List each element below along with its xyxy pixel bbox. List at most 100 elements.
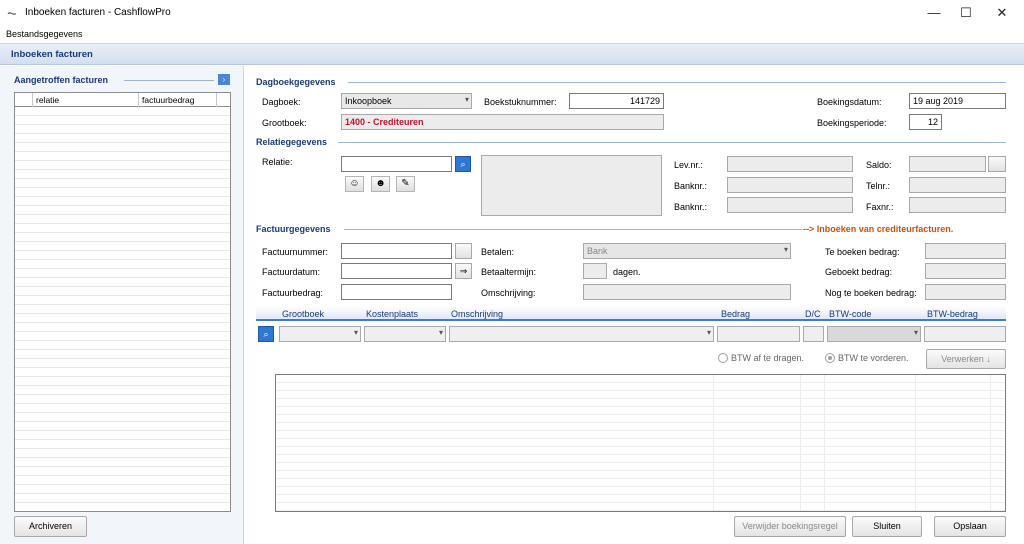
table-row[interactable] (15, 161, 230, 170)
table-row[interactable] (276, 399, 1005, 407)
btw-bedrag-line-input[interactable] (924, 326, 1006, 342)
table-row[interactable] (15, 179, 230, 188)
betaaltermijn-input[interactable] (583, 263, 607, 279)
table-row[interactable] (15, 485, 230, 494)
table-row[interactable] (15, 224, 230, 233)
archive-button[interactable]: Archiveren (14, 516, 87, 537)
table-row[interactable] (15, 494, 230, 503)
table-row[interactable] (15, 170, 230, 179)
table-row[interactable] (276, 471, 1005, 479)
kostenplaats-line-select[interactable]: ▾ (364, 326, 446, 342)
table-row[interactable] (15, 395, 230, 404)
boekingsdatum-input[interactable]: 19 aug 2019 (909, 93, 1006, 109)
delete-line-button[interactable]: Verwijder boekingsregel (734, 516, 846, 537)
table-row[interactable] (276, 439, 1005, 447)
collapse-panel-button[interactable]: › (218, 74, 230, 85)
relatie-search-button[interactable]: ☻ (371, 176, 390, 192)
table-row[interactable] (15, 242, 230, 251)
table-row[interactable] (276, 479, 1005, 487)
betalen-select[interactable]: Bank ▾ (583, 243, 791, 259)
bedrag-line-input[interactable] (717, 326, 800, 342)
factuurdatum-input[interactable] (341, 263, 452, 279)
table-row[interactable] (276, 495, 1005, 503)
booking-lines-grid[interactable] (275, 374, 1006, 512)
table-row[interactable] (15, 449, 230, 458)
table-row[interactable] (15, 368, 230, 377)
table-row[interactable] (15, 287, 230, 296)
column-factuurbedrag[interactable]: factuurbedrag (139, 93, 217, 107)
table-row[interactable] (15, 296, 230, 305)
table-row[interactable] (276, 375, 1005, 383)
save-button[interactable]: Opslaan (934, 516, 1006, 537)
verwerken-button[interactable]: Verwerken ↓ (926, 349, 1006, 369)
table-row[interactable] (15, 341, 230, 350)
table-row[interactable] (15, 359, 230, 368)
table-row[interactable] (276, 415, 1005, 423)
menu-item-bestandsgegevens[interactable]: Bestandsgegevens (6, 29, 83, 39)
table-row[interactable] (15, 431, 230, 440)
close-button[interactable]: Sluiten (852, 516, 922, 537)
search-relatie-button[interactable]: ⌕ (455, 156, 471, 172)
boekingsperiode-input[interactable]: 12 (909, 114, 942, 130)
table-row[interactable] (15, 440, 230, 449)
table-row[interactable] (15, 332, 230, 341)
relatie-add-button[interactable]: ☺ (345, 176, 364, 192)
table-row[interactable] (15, 458, 230, 467)
grootboek-line-select[interactable]: ▾ (279, 326, 361, 342)
table-row[interactable] (15, 467, 230, 476)
table-row[interactable] (15, 206, 230, 215)
table-row[interactable] (276, 407, 1005, 415)
omschrijving-input[interactable] (583, 284, 791, 300)
search-grootboek-button[interactable]: ⌕ (258, 326, 274, 342)
invoices-grid[interactable]: relatie factuurbedrag (14, 92, 231, 512)
table-row[interactable] (15, 188, 230, 197)
table-row[interactable] (15, 197, 230, 206)
table-row[interactable] (15, 251, 230, 260)
maximize-button[interactable]: ☐ (948, 0, 984, 26)
table-row[interactable] (15, 476, 230, 485)
factuurnummer-lookup-button[interactable] (455, 243, 472, 259)
table-row[interactable] (276, 447, 1005, 455)
table-row[interactable] (15, 323, 230, 332)
table-row[interactable] (15, 152, 230, 161)
table-row[interactable] (15, 422, 230, 431)
table-row[interactable] (15, 215, 230, 224)
column-relatie[interactable]: relatie (33, 93, 139, 107)
table-row[interactable] (15, 305, 230, 314)
table-row[interactable] (15, 260, 230, 269)
saldo-details-button[interactable] (988, 156, 1006, 172)
table-row[interactable] (15, 350, 230, 359)
table-row[interactable] (15, 233, 230, 242)
table-row[interactable] (276, 383, 1005, 391)
table-row[interactable] (276, 487, 1005, 495)
table-row[interactable] (15, 386, 230, 395)
table-row[interactable] (15, 278, 230, 287)
factuurbedrag-input[interactable] (341, 284, 452, 300)
table-row[interactable] (15, 377, 230, 386)
table-row[interactable] (15, 116, 230, 125)
table-row[interactable] (15, 107, 230, 116)
close-window-button[interactable]: ✕ (984, 0, 1020, 26)
factuurdatum-arrow-button[interactable]: ⇒ (455, 263, 472, 279)
minimize-button[interactable]: — (916, 0, 952, 26)
radio-btw-afdragen[interactable] (718, 353, 728, 363)
dc-line-input[interactable] (803, 326, 824, 342)
table-row[interactable] (276, 431, 1005, 439)
table-row[interactable] (15, 125, 230, 134)
table-row[interactable] (15, 413, 230, 422)
table-row[interactable] (15, 314, 230, 323)
table-row[interactable] (15, 134, 230, 143)
table-row[interactable] (276, 503, 1005, 511)
table-row[interactable] (15, 503, 230, 511)
table-row[interactable] (276, 391, 1005, 399)
table-row[interactable] (15, 269, 230, 278)
omschrijving-line-select[interactable]: ▾ (449, 326, 714, 342)
dagboek-select[interactable]: Inkoopboek ▾ (341, 93, 472, 109)
radio-btw-vorderen[interactable] (825, 353, 835, 363)
table-row[interactable] (15, 404, 230, 413)
table-row[interactable] (276, 423, 1005, 431)
table-row[interactable] (276, 455, 1005, 463)
btw-code-line-select[interactable]: ▾ (827, 326, 921, 342)
boekstuk-input[interactable]: 141729 (569, 93, 664, 109)
relatie-input[interactable] (341, 156, 452, 172)
